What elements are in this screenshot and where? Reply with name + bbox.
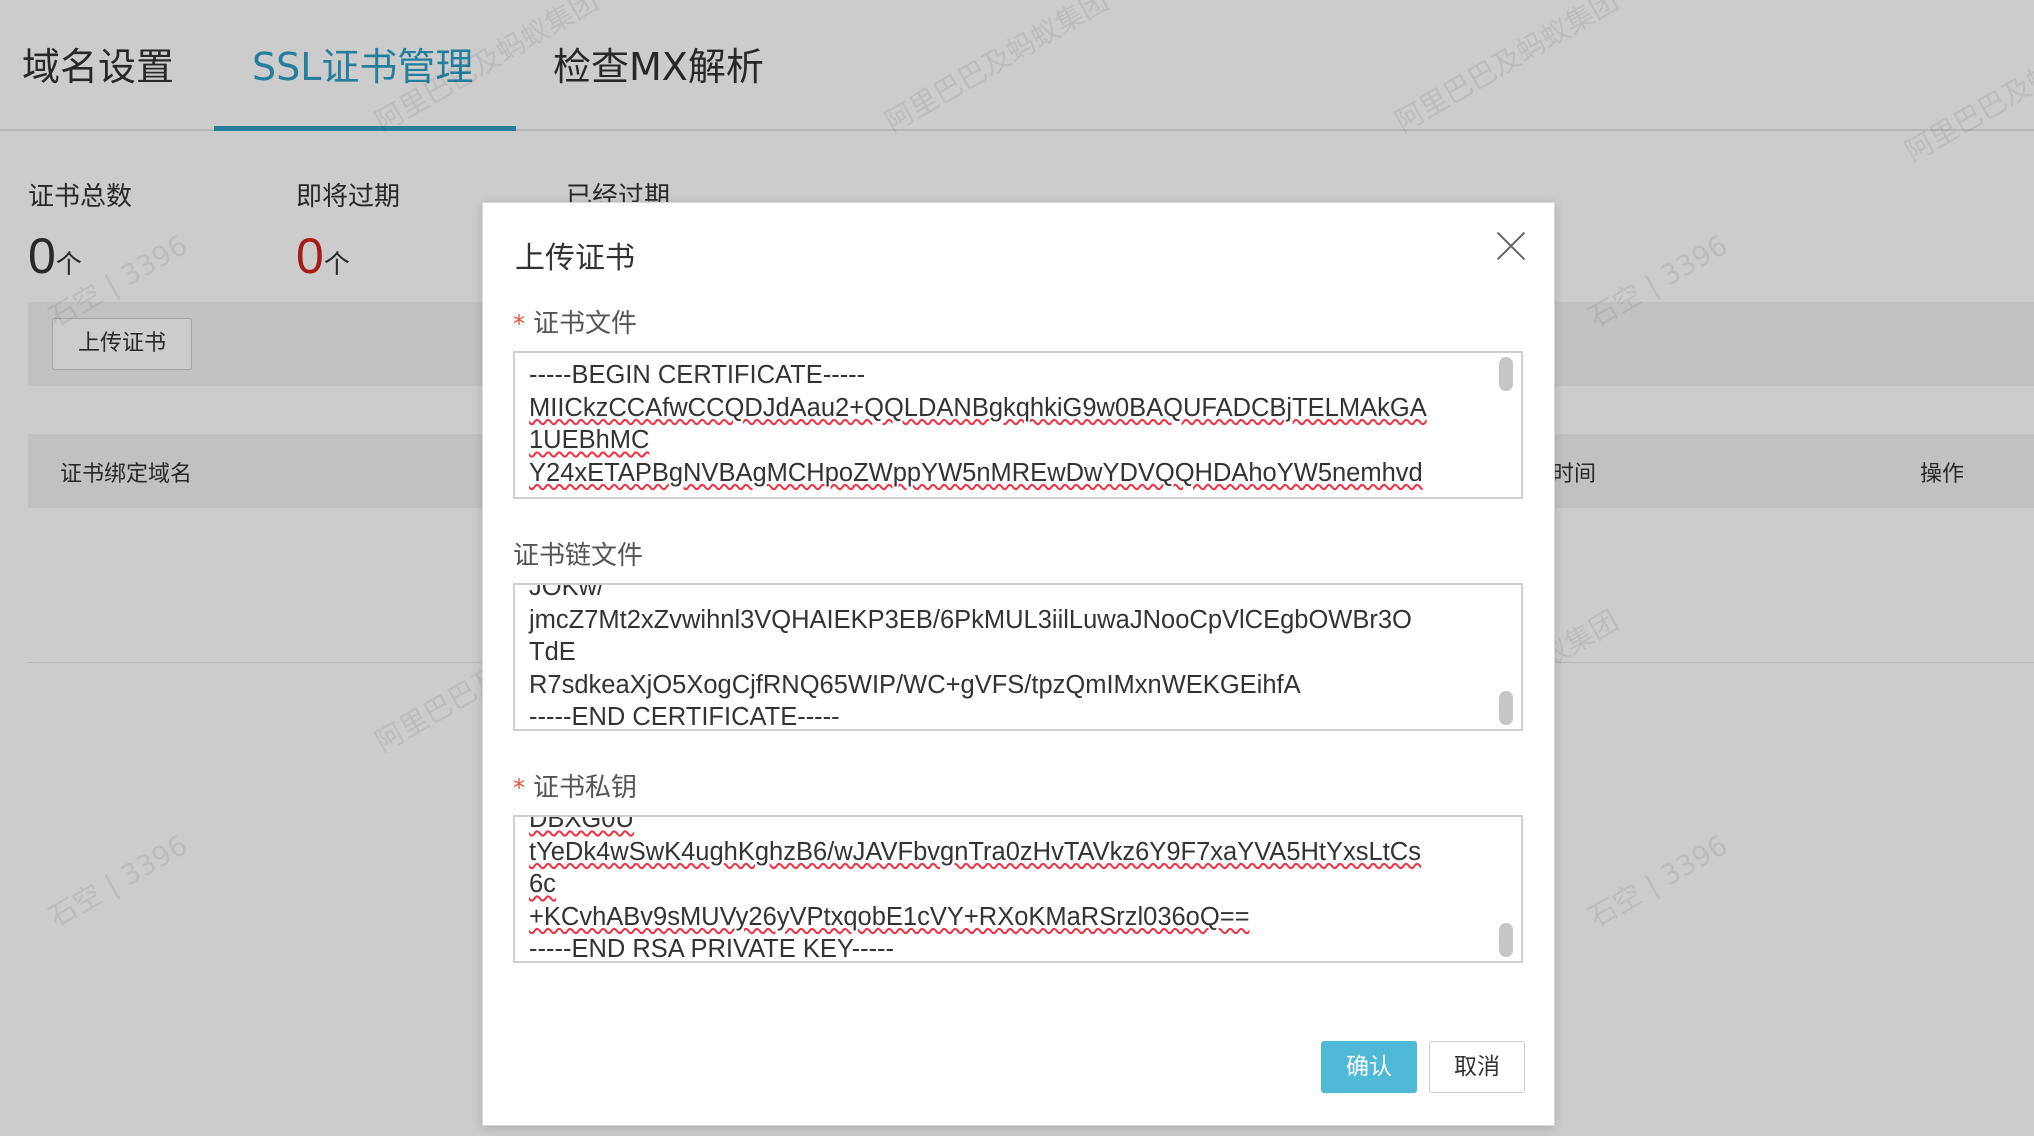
private-key-label-text: 证书私钥 bbox=[533, 773, 638, 803]
textarea-line: jmcZ7Mt2xZvwihnl3VQHAIEKP3EB/6PkMUL3iilL… bbox=[529, 605, 1412, 634]
scrollbar-thumb[interactable] bbox=[1499, 691, 1513, 725]
scrollbar-thumb[interactable] bbox=[1499, 923, 1513, 957]
textarea-line: 6c bbox=[529, 870, 556, 898]
scrollbar-thumb[interactable] bbox=[1499, 357, 1513, 391]
textarea-line: 1UEBhMC bbox=[529, 426, 650, 454]
textarea-line: +KCvhABv9sMUVy26yVPtxqobE1cVY+RXoKMaRSrz… bbox=[529, 902, 1250, 931]
textarea-line: tYeDk4wSwK4ughKghzB6/wJAVFbvgnTra0zHvTAV… bbox=[529, 837, 1421, 866]
required-asterisk: * bbox=[513, 774, 525, 802]
textarea-line: TdE bbox=[529, 638, 576, 666]
chain-file-textarea[interactable]: JOKw/ jmcZ7Mt2xZvwihnl3VQHAIEKP3EB/6PkMU… bbox=[513, 583, 1523, 731]
private-key-label: * 证书私钥 bbox=[513, 767, 637, 804]
cert-file-label-text: 证书文件 bbox=[533, 309, 638, 339]
cert-file-textarea[interactable]: -----BEGIN CERTIFICATE----- MIICkzCCAfwC… bbox=[513, 351, 1523, 499]
upload-cert-dialog: 上传证书 * 证书文件 -----BEGIN CERTIFICATE----- M… bbox=[482, 202, 1555, 1126]
required-asterisk: * bbox=[513, 310, 525, 338]
textarea-line: DBXG0U bbox=[529, 815, 634, 833]
textarea-line: R7sdkeaXjO5XogCjfRNQ65WIP/WC+gVFS/tpzQmI… bbox=[529, 670, 1301, 699]
chain-file-label: 证书链文件 bbox=[513, 541, 644, 571]
confirm-button[interactable]: 确认 bbox=[1321, 1041, 1417, 1093]
textarea-line: -----BEGIN CERTIFICATE----- bbox=[529, 361, 866, 389]
cancel-button[interactable]: 取消 bbox=[1429, 1041, 1525, 1093]
private-key-textarea[interactable]: DBXG0U tYeDk4wSwK4ughKghzB6/wJAVFbvgnTra… bbox=[513, 815, 1523, 963]
textarea-line: Y24xETAPBgNVBAgMCHpoZWppYW5nMREwDwYDVQQH… bbox=[529, 458, 1423, 487]
dialog-title: 上传证书 bbox=[515, 241, 635, 276]
close-icon[interactable] bbox=[1495, 229, 1527, 261]
textarea-line: JOKw/ bbox=[529, 583, 605, 601]
textarea-line: MIICkzCCAfwCCQDJdAau2+QQLDANBgkqhkiG9w0B… bbox=[529, 393, 1427, 422]
cert-file-label: * 证书文件 bbox=[513, 303, 637, 340]
textarea-line: -----END RSA PRIVATE KEY----- bbox=[529, 935, 895, 963]
textarea-line: -----END CERTIFICATE----- bbox=[529, 703, 840, 731]
